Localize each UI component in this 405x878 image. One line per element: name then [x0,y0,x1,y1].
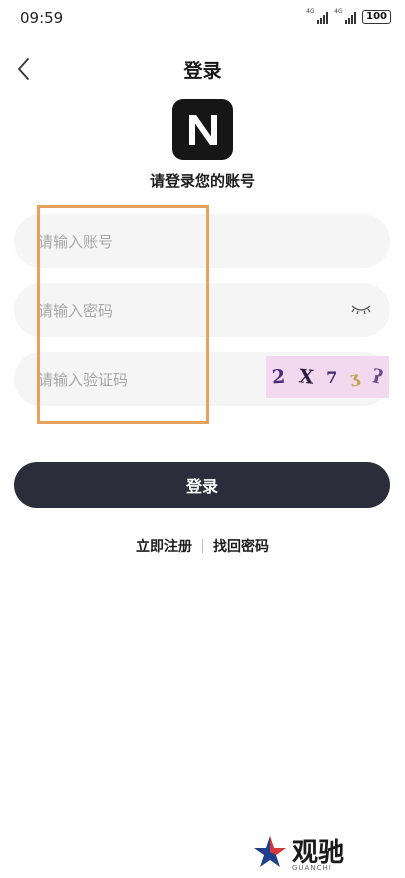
header: 登录 [0,52,405,86]
forgot-password-link[interactable]: 找回密码 [213,536,269,556]
status-time: 09:59 [20,9,64,27]
eye-closed-icon[interactable] [350,302,372,316]
subtitle: 请登录您的账号 [149,172,255,190]
signal-icon: 4G [334,8,357,24]
captcha-char: ʔ [369,365,385,389]
captcha-image[interactable]: 2 X 7 ʒ ʔ [266,356,389,398]
captcha-char: 7 [326,367,338,387]
status-bar: 09:59 4G 4G 100 [0,0,405,38]
auth-links: 立即注册 找回密码 [0,536,405,556]
signal-icon: 4G [306,8,329,24]
link-divider [202,539,203,553]
page-title: 登录 [183,60,222,82]
star-logo-icon [254,836,286,867]
captcha-char: X [297,365,315,389]
watermark-subtext: GUANCHI [292,864,332,872]
captcha-char: ʒ [348,366,361,388]
watermark: 观驰 GUANCHI [252,832,372,872]
app-logo [172,99,233,160]
login-button[interactable]: 登录 [14,462,390,508]
status-icons: 4G 4G 100 [306,8,391,24]
logo-n-icon [188,114,217,145]
annotation-highlight-box [37,205,209,424]
captcha-char: 2 [271,365,287,389]
battery-icon: 100 [362,10,391,24]
register-link[interactable]: 立即注册 [136,536,192,556]
